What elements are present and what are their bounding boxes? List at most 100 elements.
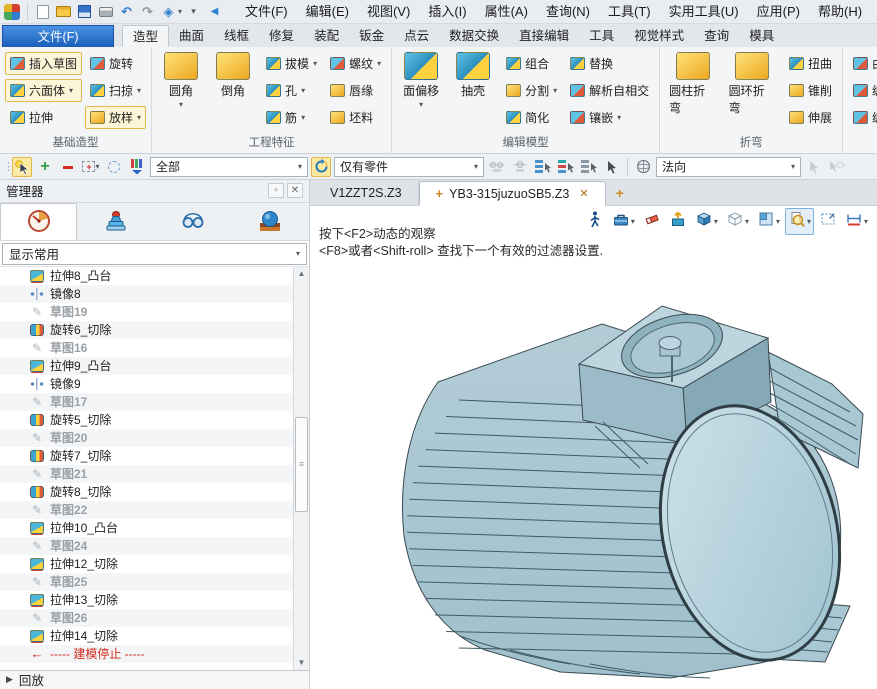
color-filter-button[interactable] <box>127 157 147 177</box>
tree-item-拉伸8_凸台[interactable]: 拉伸8_凸台 <box>0 267 293 285</box>
ribbon-button-筋[interactable]: 筋▾ <box>261 106 322 129</box>
menu-编辑(E)[interactable]: 编辑(E) <box>297 0 358 23</box>
orientation-combo[interactable]: 法向▾ <box>656 157 801 177</box>
ribbon-button-圆柱折弯[interactable]: 圆柱折弯 <box>665 50 720 118</box>
ribbon-button-伸展[interactable]: 伸展 <box>784 106 837 129</box>
orientation-button[interactable] <box>633 157 653 177</box>
tree-item-草图16[interactable]: ✎草图16 <box>0 339 293 357</box>
ribbon-button-放样[interactable]: 放样▾ <box>85 106 146 129</box>
new-document-tab-button[interactable]: + <box>606 181 634 205</box>
cycle-pick-button[interactable] <box>311 157 331 177</box>
menu-工具(T)[interactable]: 工具(T) <box>599 0 660 23</box>
ribbon-tab-装配[interactable]: 装配 <box>304 25 349 47</box>
tree-item-草图20[interactable]: ✎草图20 <box>0 429 293 447</box>
menu-实用工具(U)[interactable]: 实用工具(U) <box>660 0 748 23</box>
regen-caret-icon[interactable]: ▾ <box>178 7 182 16</box>
tree-item-镜像9[interactable]: 镜像9 <box>0 375 293 393</box>
viewport-3d[interactable]: 按下<F2>动态的观察 <F8>或者<Shift-roll> 查找下一个有效的过… <box>310 206 877 689</box>
tree-item-拉伸13_切除[interactable]: 拉伸13_切除 <box>0 591 293 609</box>
ribbon-button-镶嵌[interactable]: 镶嵌▾ <box>565 106 654 129</box>
menu-应用(P)[interactable]: 应用(P) <box>748 0 809 23</box>
pick-list-button[interactable] <box>533 157 553 177</box>
marquee-select-button[interactable]: +▾ <box>81 157 101 177</box>
ribbon-button-孔[interactable]: 孔▾ <box>261 79 322 102</box>
ribbon-button-简化[interactable]: 简化 <box>501 106 562 129</box>
ribbon-button-组合[interactable]: 组合 <box>501 52 562 75</box>
tree-item-草图26[interactable]: ✎草图26 <box>0 609 293 627</box>
ribbon-button-扭曲[interactable]: 扭曲 <box>784 52 837 75</box>
pick-scope-combo[interactable]: 仅有零件▾ <box>334 157 484 177</box>
menu-视图(V)[interactable]: 视图(V) <box>358 0 419 23</box>
ribbon-tab-工具[interactable]: 工具 <box>579 25 624 47</box>
assembly-manager-tab[interactable] <box>77 203 154 240</box>
replay-section-header[interactable]: ▶ 回放 <box>0 670 309 689</box>
scroll-up-button[interactable]: ▲ <box>294 267 309 281</box>
save-button[interactable] <box>75 2 94 21</box>
ribbon-button-由[interactable]: 由 <box>848 52 877 75</box>
pick-list-all-button[interactable] <box>579 157 599 177</box>
tree-item-拉伸12_切除[interactable]: 拉伸12_切除 <box>0 555 293 573</box>
tree-item-草图22[interactable]: ✎草图22 <box>0 501 293 519</box>
ribbon-button-锥削[interactable]: 锥削 <box>784 79 837 102</box>
tree-item-旋转8_切除[interactable]: 旋转8_切除 <box>0 483 293 501</box>
tree-item-拉伸14_切除[interactable]: 拉伸14_切除 <box>0 627 293 645</box>
ribbon-button-拉伸[interactable]: 拉伸 <box>5 106 82 129</box>
tab-close-icon[interactable]: ✕ <box>579 187 588 200</box>
ribbon-button-旋转[interactable]: 旋转 <box>85 52 146 75</box>
tree-item-草图21[interactable]: ✎草图21 <box>0 465 293 483</box>
manager-close-button[interactable]: ✕ <box>287 183 303 198</box>
tree-item-拉伸10_凸台[interactable]: 拉伸10_凸台 <box>0 519 293 537</box>
ribbon-tab-修复[interactable]: 修复 <box>259 25 304 47</box>
print-button[interactable] <box>96 2 115 21</box>
quick-access-options-button[interactable]: ▾ <box>184 2 203 21</box>
ribbon-tab-数据交换[interactable]: 数据交换 <box>439 25 509 47</box>
chain-select-button[interactable] <box>487 157 507 177</box>
pick-cursor-button[interactable] <box>602 157 622 177</box>
tree-item-草图17[interactable]: ✎草图17 <box>0 393 293 411</box>
ribbon-button-插入草图[interactable]: 插入草图 <box>5 52 82 75</box>
ribbon-button-拔模[interactable]: 拔模▾ <box>261 52 322 75</box>
tree-item-镜像8[interactable]: 镜像8 <box>0 285 293 303</box>
select-settings-button[interactable] <box>827 157 847 177</box>
history-manager-tab[interactable] <box>0 203 77 240</box>
lasso-select-button[interactable] <box>104 157 124 177</box>
ribbon-button-面偏移[interactable]: 面偏移▾ <box>397 50 445 111</box>
view-manager-tab[interactable] <box>231 203 308 240</box>
ribbon-tab-造型[interactable]: 造型 <box>122 25 169 47</box>
ribbon-button-倒角[interactable]: 倒角 <box>209 50 257 101</box>
ribbon-button-六面体[interactable]: 六面体▾ <box>5 79 82 102</box>
tree-item-旋转5_切除[interactable]: 旋转5_切除 <box>0 411 293 429</box>
ribbon-button-圆环折弯[interactable]: 圆环折弯 <box>725 50 780 118</box>
ribbon-button-圆角[interactable]: 圆角▾ <box>157 50 205 111</box>
regen-button[interactable]: ◈ <box>159 2 178 21</box>
collapse-toolbar-button[interactable]: ◀ <box>205 2 224 21</box>
toolbar-grip[interactable]: ⋮ <box>3 160 9 173</box>
tree-item-旋转6_切除[interactable]: 旋转6_切除 <box>0 321 293 339</box>
file-menu-tab[interactable]: 文件(F) <box>2 25 114 47</box>
ribbon-tab-视觉样式[interactable]: 视觉样式 <box>624 25 694 47</box>
remove-selection-button[interactable]: ▬ <box>58 157 78 177</box>
ribbon-tab-查询[interactable]: 查询 <box>694 25 739 47</box>
ribbon-tab-模具[interactable]: 模具 <box>739 25 784 47</box>
visibility-manager-tab[interactable] <box>154 203 231 240</box>
ribbon-button-唇缘[interactable]: 唇缘 <box>325 79 386 102</box>
tree-item------ 建模停止 -----[interactable]: ←----- 建模停止 ----- <box>0 645 293 663</box>
menu-查询(N)[interactable]: 查询(N) <box>537 0 599 23</box>
ribbon-tab-曲面[interactable]: 曲面 <box>169 25 214 47</box>
open-file-button[interactable] <box>54 2 73 21</box>
ribbon-button-替换[interactable]: 替换 <box>565 52 654 75</box>
ribbon-tab-直接编辑[interactable]: 直接编辑 <box>509 25 579 47</box>
ribbon-tab-点云[interactable]: 点云 <box>394 25 439 47</box>
document-tab-V1ZZT2S.Z3[interactable]: V1ZZT2S.Z3 <box>314 180 419 205</box>
ribbon-button-螺纹[interactable]: 螺纹▾ <box>325 52 386 75</box>
select-options-button[interactable] <box>804 157 824 177</box>
motor-housing-model[interactable] <box>310 206 877 689</box>
pick-highlight-button[interactable] <box>12 157 32 177</box>
ribbon-button-扫掠[interactable]: 扫掠▾ <box>85 79 146 102</box>
manager-restore-button[interactable]: ▫ <box>268 183 284 198</box>
tree-item-草图25[interactable]: ✎草图25 <box>0 573 293 591</box>
menu-属性(A)[interactable]: 属性(A) <box>476 0 537 23</box>
undo-button[interactable]: ↶ <box>117 2 136 21</box>
add-selection-button[interactable]: + <box>35 157 55 177</box>
tree-item-草图24[interactable]: ✎草图24 <box>0 537 293 555</box>
